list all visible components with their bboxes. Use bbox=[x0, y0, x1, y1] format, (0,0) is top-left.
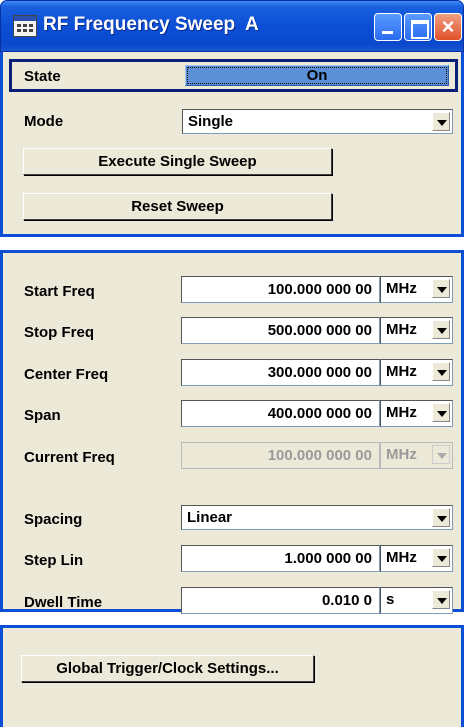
step-lin-input[interactable]: 1.000 000 00 bbox=[181, 545, 380, 572]
stop-freq-input[interactable]: 500.000 000 00 bbox=[181, 317, 380, 344]
spacing-label: Spacing bbox=[24, 511, 83, 528]
chevron-down-icon[interactable] bbox=[432, 112, 450, 131]
mode-select[interactable]: Single bbox=[182, 109, 453, 134]
trigger-panel: Global Trigger/Clock Settings... bbox=[0, 625, 464, 727]
chevron-down-icon[interactable] bbox=[432, 590, 450, 609]
execute-single-sweep-button[interactable]: Execute Single Sweep bbox=[23, 148, 332, 175]
center-freq-unit-select[interactable]: MHz bbox=[380, 359, 453, 386]
state-row: State On bbox=[9, 59, 458, 92]
close-button[interactable]: × bbox=[434, 13, 462, 41]
current-freq-unit: MHz bbox=[386, 446, 417, 463]
span-unit-select[interactable]: MHz bbox=[380, 400, 453, 427]
center-freq-input[interactable]: 300.000 000 00 bbox=[181, 359, 380, 386]
minimize-button[interactable] bbox=[374, 13, 402, 41]
current-freq-label: Current Freq bbox=[24, 449, 115, 466]
mode-label: Mode bbox=[24, 113, 64, 130]
maximize-button[interactable] bbox=[404, 13, 432, 41]
chevron-down-icon[interactable] bbox=[432, 508, 450, 527]
chevron-down-icon[interactable] bbox=[432, 548, 450, 567]
state-label: State bbox=[24, 68, 61, 85]
mode-value: Single bbox=[188, 113, 234, 130]
chevron-down-icon[interactable] bbox=[432, 362, 450, 381]
step-lin-unit-select[interactable]: MHz bbox=[380, 545, 453, 572]
close-icon: × bbox=[441, 14, 455, 39]
dwell-time-unit-select[interactable]: s bbox=[380, 587, 453, 614]
start-freq-unit-select[interactable]: MHz bbox=[380, 276, 453, 303]
frequency-settings-panel: Start Freq 100.000 000 00 MHz Stop Freq … bbox=[0, 250, 464, 614]
current-freq-unit-select: MHz bbox=[380, 442, 453, 469]
start-freq-unit: MHz bbox=[386, 280, 417, 297]
global-trigger-clock-settings-button[interactable]: Global Trigger/Clock Settings... bbox=[21, 655, 314, 682]
start-freq-input[interactable]: 100.000 000 00 bbox=[181, 276, 380, 303]
chevron-down-icon[interactable] bbox=[432, 279, 450, 298]
state-toggle-button[interactable]: On bbox=[185, 65, 449, 86]
span-input[interactable]: 400.000 000 00 bbox=[181, 400, 380, 427]
start-freq-label: Start Freq bbox=[24, 283, 95, 300]
app-icon bbox=[13, 15, 37, 37]
title-bar[interactable]: RF Frequency Sweep A × bbox=[0, 0, 464, 52]
dwell-time-unit: s bbox=[386, 591, 395, 608]
chevron-down-icon bbox=[432, 445, 450, 464]
spacing-select[interactable]: Linear bbox=[181, 505, 453, 530]
spacing-value: Linear bbox=[187, 509, 233, 526]
stop-freq-label: Stop Freq bbox=[24, 324, 94, 341]
current-freq-display: 100.000 000 00 bbox=[181, 442, 380, 469]
stop-freq-unit: MHz bbox=[386, 321, 417, 338]
dwell-time-input[interactable]: 0.010 0 bbox=[181, 587, 380, 614]
dwell-time-label: Dwell Time bbox=[24, 594, 103, 611]
chevron-down-icon[interactable] bbox=[432, 403, 450, 422]
span-unit: MHz bbox=[386, 404, 417, 421]
reset-sweep-button[interactable]: Reset Sweep bbox=[23, 193, 332, 220]
center-freq-label: Center Freq bbox=[24, 366, 109, 383]
sweep-control-panel: State On Mode Single Execute Single Swee… bbox=[0, 52, 464, 237]
stop-freq-unit-select[interactable]: MHz bbox=[380, 317, 453, 344]
span-label: Span bbox=[24, 407, 61, 424]
center-freq-unit: MHz bbox=[386, 363, 417, 380]
step-lin-label: Step Lin bbox=[24, 552, 84, 569]
chevron-down-icon[interactable] bbox=[432, 320, 450, 339]
step-lin-unit: MHz bbox=[386, 549, 417, 566]
window-title: RF Frequency Sweep A bbox=[43, 14, 259, 35]
